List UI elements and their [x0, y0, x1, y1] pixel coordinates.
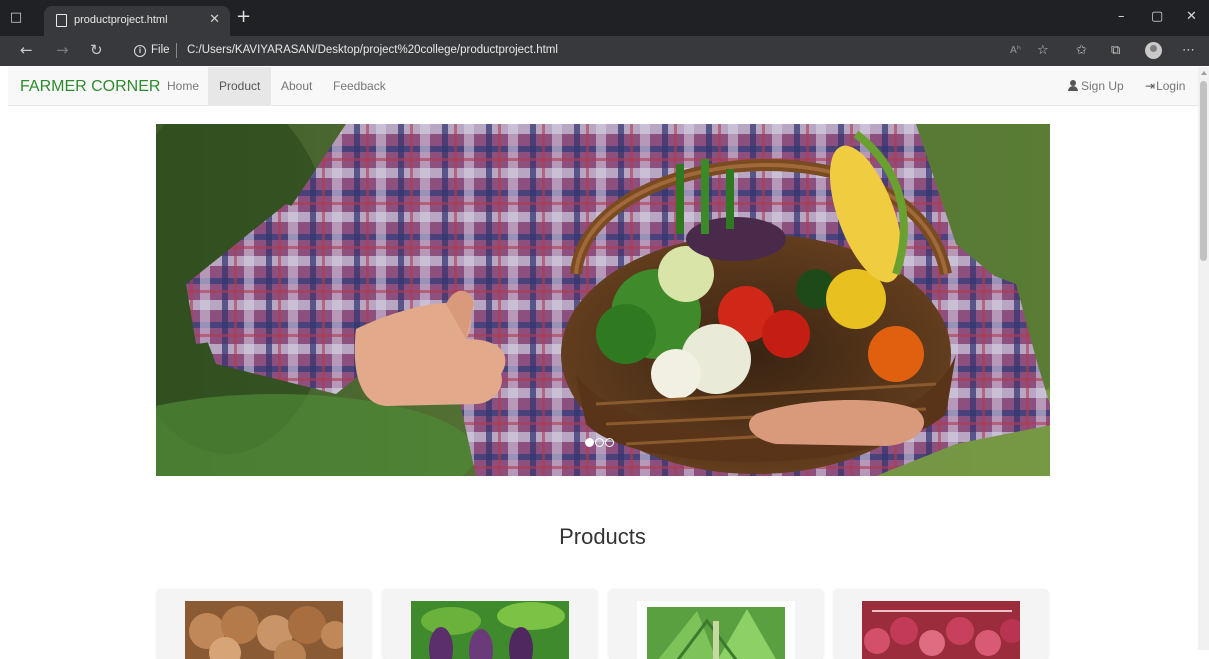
address-scheme: File	[151, 44, 170, 56]
page-scrollbar[interactable]	[1198, 67, 1209, 650]
favorite-add-icon[interactable]: ☆	[1037, 43, 1049, 58]
brand-logo[interactable]: FARMER CORNER	[20, 78, 160, 96]
new-tab-icon[interactable]: +	[236, 6, 251, 27]
coconut-product-image	[185, 601, 343, 659]
nav-product[interactable]: Product	[208, 67, 272, 105]
login-link[interactable]: ⇥Login	[1145, 67, 1185, 105]
products-heading: Products	[559, 524, 646, 549]
carousel-dot-1[interactable]	[585, 438, 594, 447]
onion-product-image	[862, 601, 1020, 659]
tab-close-icon[interactable]: ✕	[209, 12, 220, 27]
carousel-dot-3[interactable]	[605, 438, 614, 447]
site-info-icon[interactable]: i	[134, 45, 146, 57]
window-close-icon[interactable]: ✕	[1186, 9, 1197, 24]
site-navbar: FARMER CORNER Home Product About Feedbac…	[8, 67, 1198, 106]
hero-carousel[interactable]	[156, 124, 1050, 476]
signup-link[interactable]: Sign Up	[1068, 67, 1124, 105]
tab-title: productproject.html	[74, 14, 168, 26]
scroll-thumb[interactable]	[1200, 81, 1207, 261]
carousel-dot-2[interactable]	[595, 438, 604, 447]
scroll-up-arrow-icon[interactable]	[1201, 71, 1207, 75]
login-icon: ⇥	[1145, 79, 1156, 93]
address-url[interactable]: C:/Users/KAVIYARASAN/Desktop/project%20c…	[187, 44, 558, 56]
nav-home[interactable]: Home	[156, 67, 210, 105]
papaya-tree-product-image	[637, 601, 795, 659]
back-icon[interactable]: ←	[20, 41, 33, 59]
page-file-icon	[56, 14, 67, 27]
read-aloud-icon[interactable]: Aʰ	[1010, 45, 1021, 56]
refresh-icon[interactable]: ↻	[90, 41, 103, 59]
more-icon[interactable]: ⋯	[1182, 43, 1195, 58]
forward-icon[interactable]: →	[56, 41, 69, 59]
collections-icon[interactable]: ⧉	[1111, 43, 1120, 58]
browser-tab[interactable]: productproject.html ✕	[44, 6, 230, 36]
address-divider	[176, 43, 177, 58]
product-card-3[interactable]	[609, 589, 823, 659]
nav-about[interactable]: About	[270, 67, 323, 105]
signup-label: Sign Up	[1081, 79, 1124, 93]
browser-tab-strip: □ productproject.html ✕ + – ▢ ✕	[0, 0, 1209, 36]
nav-feedback[interactable]: Feedback	[322, 67, 397, 105]
product-card-1[interactable]	[157, 589, 371, 659]
product-card-2[interactable]	[383, 589, 597, 659]
carousel-indicators	[585, 438, 615, 448]
browser-address-bar: ← → ↻ i File C:/Users/KAVIYARASAN/Deskto…	[0, 36, 1209, 66]
login-label: Login	[1156, 79, 1186, 93]
favorites-icon[interactable]: ✩	[1076, 43, 1087, 58]
eggplant-product-image	[411, 601, 569, 659]
minimize-icon[interactable]: –	[1118, 9, 1125, 24]
farmer-with-vegetable-basket-image	[156, 124, 1050, 476]
tab-actions-icon[interactable]: □	[6, 8, 26, 28]
restore-icon[interactable]: ▢	[1151, 9, 1163, 24]
profile-icon[interactable]	[1145, 42, 1162, 59]
user-icon	[1068, 80, 1078, 91]
product-card-4[interactable]	[834, 589, 1048, 659]
